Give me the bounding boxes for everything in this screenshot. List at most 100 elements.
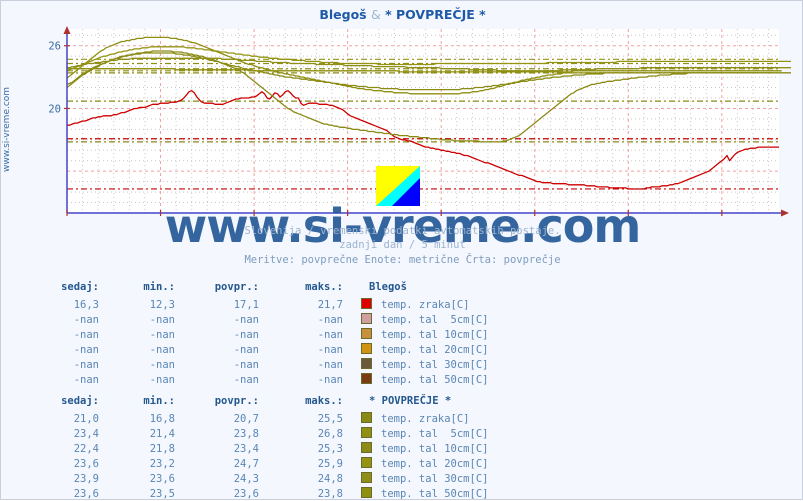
- cell-sedaj: -nan: [73, 343, 99, 356]
- cell-min: -nan: [149, 328, 175, 341]
- table-header-row: sedaj: min.: povpr.: maks.: * POVPREČJE …: [23, 395, 488, 411]
- legend-color-icon: [361, 343, 372, 354]
- legend-swatch: [343, 441, 381, 456]
- table-row: -nan -nan -nan -nan temp. tal 50cm[C]: [23, 372, 488, 387]
- site-brand-vertical: www.si-vreme.com: [2, 86, 12, 172]
- legend-color-icon: [361, 442, 372, 453]
- table-row: 23,4 21,4 23,8 26,8 temp. tal 5cm[C]: [23, 426, 488, 441]
- legend-color-icon: [361, 298, 372, 309]
- cell-sedaj: 21,0: [73, 412, 99, 425]
- caption-period: zadnji dan / 5 minut: [339, 239, 466, 251]
- legend-color-icon: [361, 487, 372, 498]
- table-row: -nan -nan -nan -nan temp. tal 10cm[C]: [23, 327, 488, 342]
- col-sedaj: sedaj:: [61, 281, 99, 293]
- legend-label: temp. tal 30cm[C]: [381, 472, 489, 485]
- cell-povpr: -nan: [233, 313, 259, 326]
- cell-povpr: 23,8: [233, 427, 259, 440]
- cell-min: -nan: [149, 358, 175, 371]
- cell-sedaj: 23,6: [73, 457, 99, 470]
- table-row: 23,6 23,5 23,6 23,8 temp. tal 50cm[C]: [23, 486, 488, 501]
- cell-min: 16,8: [149, 412, 175, 425]
- cell-povpr: 23,6: [233, 487, 259, 500]
- cell-maks: 25,9: [317, 457, 343, 470]
- table-row: -nan -nan -nan -nan temp. tal 20cm[C]: [23, 342, 488, 357]
- cell-maks: 26,8: [317, 427, 343, 440]
- legend-label: temp. tal 20cm[C]: [381, 457, 489, 470]
- legend-label: temp. tal 30cm[C]: [381, 358, 489, 371]
- cell-maks: 25,5: [317, 412, 343, 425]
- legend-label: temp. tal 5cm[C]: [381, 313, 489, 326]
- legend-color-icon: [361, 373, 372, 384]
- cell-povpr: -nan: [233, 328, 259, 341]
- table-row: 23,9 23,6 24,3 24,8 temp. tal 30cm[C]: [23, 471, 488, 486]
- cell-min: -nan: [149, 343, 175, 356]
- legend-color-icon: [361, 457, 372, 468]
- legend-swatch: [343, 357, 381, 372]
- cell-maks: -nan: [317, 358, 343, 371]
- stats-table-povprecje: sedaj: min.: povpr.: maks.: * POVPREČJE …: [23, 395, 488, 501]
- cell-sedaj: 23,4: [73, 427, 99, 440]
- stats-rows-blegos: 16,3 12,3 17,1 21,7 temp. zraka[C] -nan -nan -n…: [23, 297, 488, 387]
- legend-label: temp. tal 10cm[C]: [381, 328, 489, 341]
- legend-label: temp. zraka[C]: [381, 412, 470, 425]
- stats-rows-povprecje: 21,0 16,8 20,7 25,5 temp. zraka[C] 23,4 21,4 23…: [23, 411, 488, 501]
- cell-sedaj: -nan: [73, 373, 99, 386]
- cell-maks: 24,8: [317, 472, 343, 485]
- cell-maks: 25,3: [317, 442, 343, 455]
- title-station-left: Blegoš: [319, 7, 367, 22]
- table-row: -nan -nan -nan -nan temp. tal 5cm[C]: [23, 312, 488, 327]
- legend-color-icon: [361, 427, 372, 438]
- legend-color-icon: [361, 313, 372, 324]
- title-station-right: * POVPREČJE *: [385, 7, 486, 22]
- legend-swatch: [343, 456, 381, 471]
- y-tick-label: 26: [48, 41, 61, 53]
- cell-min: 12,3: [149, 298, 175, 311]
- cell-sedaj: 23,9: [73, 472, 99, 485]
- table-row: 21,0 16,8 20,7 25,5 temp. zraka[C]: [23, 411, 488, 426]
- cell-maks: -nan: [317, 313, 343, 326]
- legend-label: temp. tal 5cm[C]: [381, 427, 489, 440]
- legend-label: temp. tal 50cm[C]: [381, 373, 489, 386]
- table-row: 22,4 21,8 23,4 25,3 temp. tal 10cm[C]: [23, 441, 488, 456]
- table-row: 23,6 23,2 24,7 25,9 temp. tal 20cm[C]: [23, 456, 488, 471]
- legend-swatch: [343, 342, 381, 357]
- legend-color-icon: [361, 328, 372, 339]
- legend-swatch: [343, 486, 381, 501]
- caption-units: Meritve: povprečne Enote: metrične Črta:…: [244, 254, 561, 266]
- si-vreme-logo-icon: [376, 166, 420, 206]
- cell-min: 23,2: [149, 457, 175, 470]
- cell-sedaj: -nan: [73, 313, 99, 326]
- chart-page: www.si-vreme.com Blegoš & * POVPREČJE * …: [0, 0, 803, 500]
- table-row: 16,3 12,3 17,1 21,7 temp. zraka[C]: [23, 297, 488, 312]
- station-name-blegos: Blegoš: [369, 281, 407, 293]
- legend-swatch: [343, 426, 381, 441]
- cell-min: 23,6: [149, 472, 175, 485]
- col-povpr: povpr.:: [214, 395, 259, 407]
- title-ampersand: &: [370, 7, 381, 22]
- cell-povpr: 17,1: [233, 298, 259, 311]
- legend-label: temp. tal 50cm[C]: [381, 487, 489, 500]
- cell-sedaj: 23,6: [73, 487, 99, 500]
- caption-source: Slovenija / vremenski podatki avtomatski…: [244, 225, 561, 237]
- cell-povpr: 24,7: [233, 457, 259, 470]
- stats-table-blegos: sedaj: min.: povpr.: maks.: Blegoš 16,3 1…: [23, 281, 488, 387]
- legend-label: temp. tal 10cm[C]: [381, 442, 489, 455]
- legend-swatch: [343, 297, 381, 312]
- legend-swatch: [343, 312, 381, 327]
- table-row: -nan -nan -nan -nan temp. tal 30cm[C]: [23, 357, 488, 372]
- col-min: min.:: [143, 281, 175, 293]
- cell-sedaj: -nan: [73, 328, 99, 341]
- cell-min: 21,4: [149, 427, 175, 440]
- legend-color-icon: [361, 412, 372, 423]
- cell-maks: 23,8: [317, 487, 343, 500]
- cell-povpr: -nan: [233, 343, 259, 356]
- station-name-povprecje: * POVPREČJE *: [369, 395, 452, 407]
- legend-color-icon: [361, 358, 372, 369]
- col-min: min.:: [143, 395, 175, 407]
- cell-min: 23,5: [149, 487, 175, 500]
- cell-min: -nan: [149, 313, 175, 326]
- cell-sedaj: 16,3: [73, 298, 99, 311]
- table-header-row: sedaj: min.: povpr.: maks.: Blegoš: [23, 281, 488, 297]
- legend-label: temp. zraka[C]: [381, 298, 470, 311]
- cell-sedaj: -nan: [73, 358, 99, 371]
